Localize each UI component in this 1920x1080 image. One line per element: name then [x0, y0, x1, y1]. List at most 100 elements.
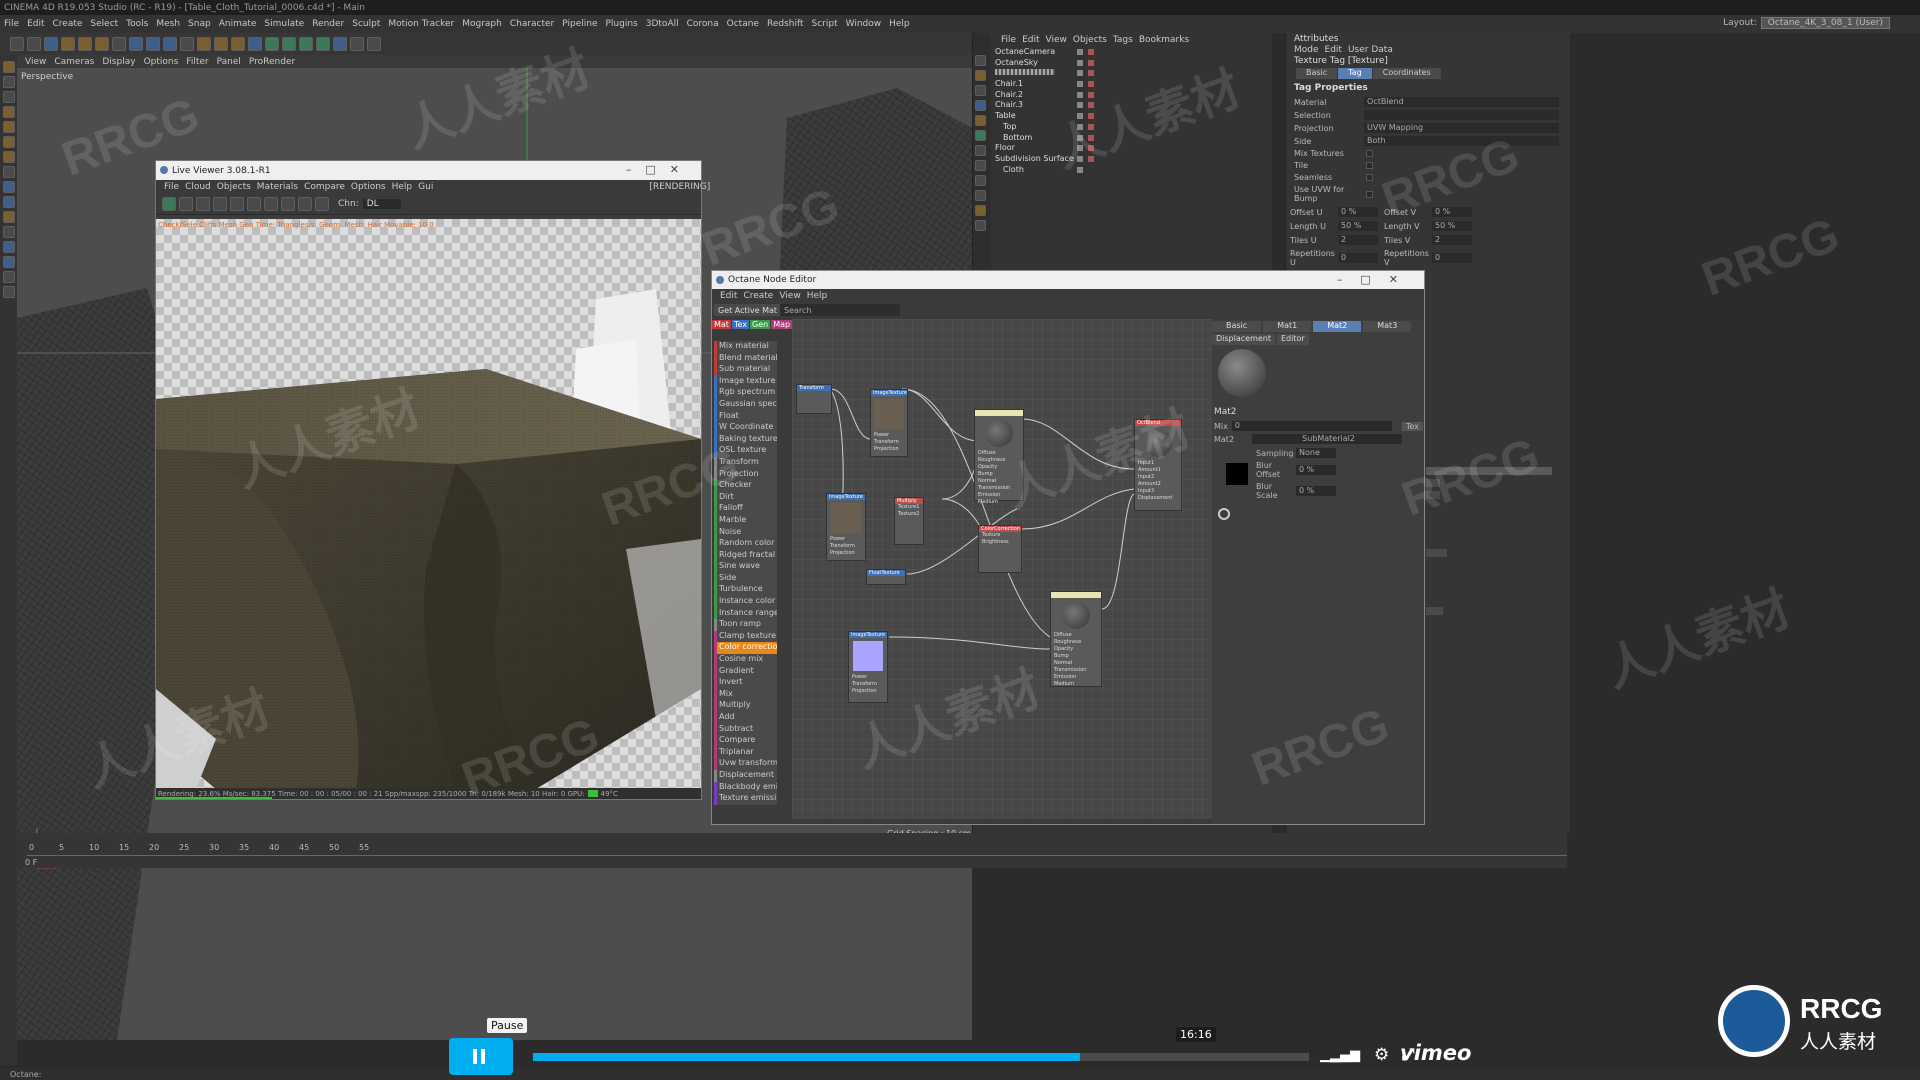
locked-workplane-icon[interactable] — [2, 241, 15, 253]
graph-node[interactable]: ImageTexture Power Transform Projection — [870, 389, 908, 457]
menu-create[interactable]: Create — [53, 19, 83, 29]
menu-snap[interactable]: Snap — [188, 19, 211, 29]
node-list-item[interactable]: Compare — [714, 735, 777, 747]
visibility-icon[interactable] — [1077, 134, 1083, 141]
undo-icon[interactable] — [10, 37, 24, 51]
viewport-menu-filter[interactable]: Filter — [186, 57, 208, 67]
tag-icon[interactable] — [1088, 155, 1094, 162]
pick-focus-icon[interactable] — [298, 196, 312, 211]
node-list-item[interactable]: Image texture — [714, 375, 777, 388]
node-list-item[interactable]: Texture emission — [714, 793, 777, 805]
menu-window[interactable]: Window — [846, 19, 882, 29]
snap-icon[interactable] — [2, 226, 15, 238]
node-port[interactable]: Displacement — [1135, 495, 1181, 502]
object-item[interactable]: Cloth — [993, 165, 1273, 176]
graph-node[interactable]: Transform — [796, 384, 832, 414]
graph-node[interactable]: ImageTexture Power Transform Projection — [848, 631, 888, 703]
pause-render-icon[interactable] — [196, 196, 210, 211]
ne-menu-edit[interactable]: Edit — [720, 291, 737, 301]
content-tool-icon[interactable] — [975, 175, 986, 186]
subdivision-icon[interactable] — [282, 37, 296, 51]
node-list-item[interactable]: Displacement — [714, 769, 777, 782]
object-item[interactable]: Chair.3 — [993, 100, 1273, 111]
object-item[interactable]: Chair.1 — [993, 79, 1273, 90]
node-list-item[interactable]: W Coordinate — [714, 422, 777, 434]
node-list-item[interactable]: Clamp texture — [714, 630, 777, 643]
object-item[interactable]: Subdivision Surface — [993, 154, 1273, 165]
category-mat[interactable]: Mat — [712, 320, 731, 329]
y-axis-icon[interactable] — [146, 37, 160, 51]
om-menu-file[interactable]: File — [1001, 35, 1016, 45]
frame-field[interactable]: 0 F — [25, 858, 37, 867]
checkbox[interactable] — [1366, 162, 1373, 169]
node-port[interactable]: Projection — [871, 446, 907, 453]
node-port[interactable]: Transform — [871, 439, 907, 446]
tag-icon[interactable] — [1088, 59, 1094, 66]
axis-mode-icon[interactable] — [2, 106, 15, 118]
send-scene-icon[interactable] — [162, 196, 176, 211]
node-port[interactable]: Diffuse — [1051, 632, 1101, 639]
menu-mograph[interactable]: Mograph — [462, 19, 502, 29]
object-tool-icon[interactable] — [975, 85, 986, 96]
tag-icon[interactable] — [1088, 102, 1094, 109]
pause-button[interactable] — [449, 1038, 513, 1075]
scene-tool-icon[interactable] — [975, 220, 986, 231]
window-controls[interactable]: –□✕ — [1337, 273, 1416, 286]
mat-tab-mat3[interactable]: Mat3 — [1363, 321, 1412, 332]
node-graph-canvas[interactable]: Transform ImageTexture Power Transform Proje… — [792, 319, 1212, 819]
volume-icon[interactable]: ▁▂▄▆ — [1320, 1048, 1360, 1063]
menu-corona[interactable]: Corona — [687, 19, 719, 29]
mat-tab-basic[interactable]: Basic — [1212, 321, 1262, 332]
node-port[interactable]: Roughness — [975, 457, 1023, 464]
category-tex[interactable]: Tex — [731, 320, 749, 329]
node-port[interactable]: Roughness — [1051, 639, 1101, 646]
prop-value[interactable] — [1364, 110, 1559, 120]
window-controls[interactable]: –□✕ — [626, 163, 693, 176]
menu-pipeline[interactable]: Pipeline — [562, 19, 597, 29]
texture-mode-icon[interactable] — [2, 91, 15, 103]
takes-tool-icon[interactable] — [975, 160, 986, 171]
layer-tool-icon[interactable] — [975, 145, 986, 156]
node-list-item[interactable]: Cosine mix — [714, 654, 777, 666]
recent-tool-icon[interactable] — [112, 37, 126, 51]
node-port[interactable]: Normal — [1051, 660, 1101, 667]
workplane-icon[interactable] — [2, 211, 15, 223]
lv-menu-options[interactable]: Options — [351, 182, 386, 192]
node-list-item[interactable]: Dirt — [714, 491, 777, 504]
mat-tab-mat2[interactable]: Mat2 — [1313, 321, 1362, 332]
menu-script[interactable]: Script — [812, 19, 838, 29]
vimeo-logo[interactable]: vimeo — [1400, 1041, 1471, 1065]
node-port[interactable]: Amount1 — [1135, 467, 1181, 474]
node-port[interactable]: Normal — [975, 478, 1023, 485]
node-port[interactable]: Projection — [827, 550, 865, 557]
menu-select[interactable]: Select — [90, 19, 118, 29]
node-list-item[interactable]: Triplanar — [714, 746, 777, 759]
points-mode-icon[interactable] — [2, 121, 15, 133]
menu-render[interactable]: Render — [312, 19, 344, 29]
polygons-mode-icon[interactable] — [2, 151, 15, 163]
node-list-item[interactable]: Add — [714, 712, 777, 724]
om-menu-view[interactable]: View — [1046, 35, 1067, 45]
menu-plugins[interactable]: Plugins — [606, 19, 638, 29]
node-list-item[interactable]: OSL texture — [714, 445, 777, 457]
ne-menu-create[interactable]: Create — [743, 291, 773, 301]
light-icon[interactable] — [367, 37, 381, 51]
light-tool-icon[interactable] — [975, 70, 986, 81]
lock-icon[interactable] — [247, 196, 261, 211]
node-port[interactable]: Bump — [1051, 653, 1101, 660]
z-axis-icon[interactable] — [163, 37, 177, 51]
pen-icon[interactable] — [265, 37, 279, 51]
graph-node[interactable]: ImageTexture Power Transform Projection — [826, 493, 866, 561]
graph-node[interactable]: Diffuse Roughness Opacity Bump Normal Transmi… — [974, 409, 1024, 505]
tag-icon[interactable] — [1088, 134, 1094, 141]
channel-select[interactable]: DL — [362, 198, 401, 209]
menu-mesh[interactable]: Mesh — [156, 19, 180, 29]
make-editable-icon[interactable] — [2, 61, 15, 73]
node-list-item[interactable]: Color correction — [714, 642, 777, 655]
object-item[interactable]: OctaneSky — [993, 58, 1273, 69]
menu-simulate[interactable]: Simulate — [264, 19, 304, 29]
pair-value[interactable]: 0 — [1338, 253, 1378, 263]
node-list-item[interactable]: Subtract — [714, 723, 777, 736]
camera-tool-icon[interactable] — [975, 55, 986, 66]
render-picture-viewer-icon[interactable] — [214, 37, 228, 51]
